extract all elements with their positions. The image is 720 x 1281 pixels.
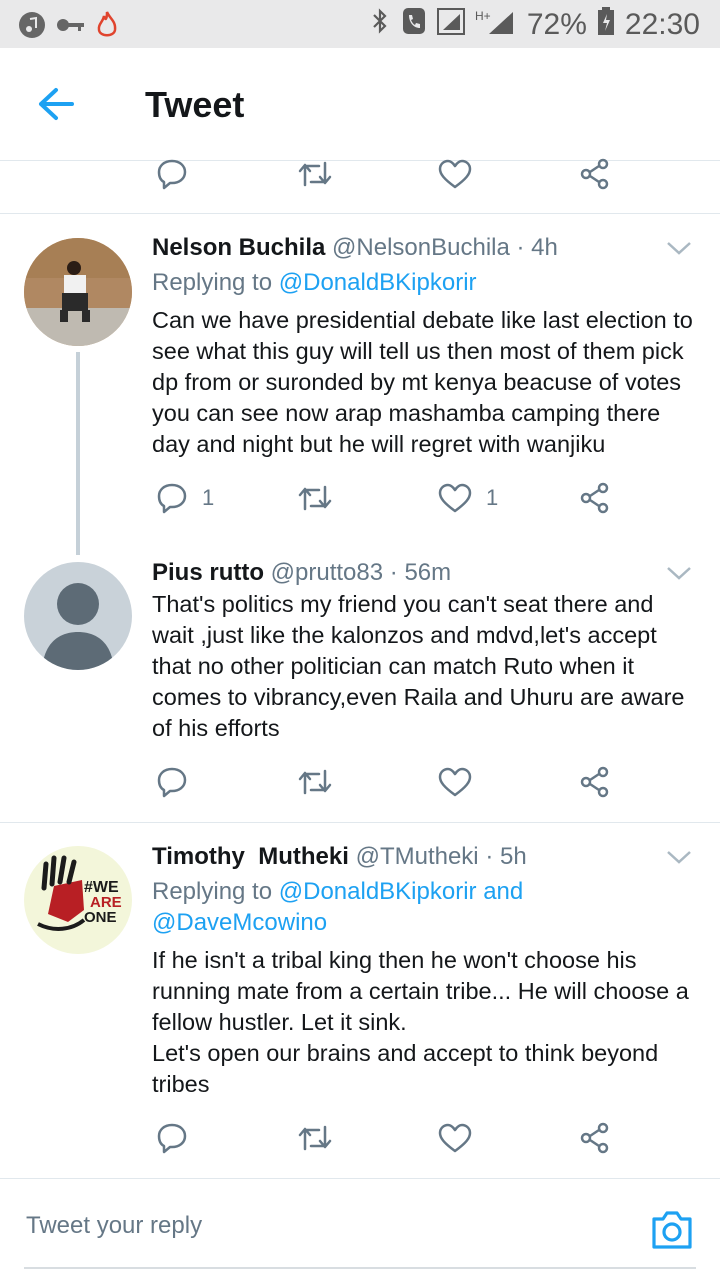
retweet-button[interactable] xyxy=(297,474,333,522)
author-handle[interactable]: @NelsonBuchila xyxy=(332,234,510,261)
reply-input[interactable] xyxy=(24,1211,628,1241)
mobile-data-icon: H+ xyxy=(475,6,517,44)
like-button[interactable]: 1 xyxy=(438,474,498,522)
tweet-text-line-1: If he isn't a tribal king then he won't … xyxy=(152,947,689,1035)
reply-button[interactable] xyxy=(156,758,188,806)
signal-box-icon xyxy=(436,6,465,44)
share-button[interactable] xyxy=(579,758,611,806)
replying-to: Replying to @DonaldBKipkorir xyxy=(152,269,477,296)
reply-button[interactable] xyxy=(156,1114,188,1162)
share-button[interactable] xyxy=(579,150,611,198)
chevron-down-icon[interactable] xyxy=(666,849,692,865)
reply-icon xyxy=(157,1123,187,1154)
svg-text:H+: H+ xyxy=(475,9,491,23)
retweet-icon xyxy=(298,161,332,187)
author-name[interactable]: Nelson Buchila xyxy=(152,234,325,261)
chevron-down-icon[interactable] xyxy=(666,240,692,256)
like-count: 1 xyxy=(486,485,499,510)
retweet-button[interactable] xyxy=(297,1114,333,1162)
heart-icon xyxy=(438,159,472,189)
reply-mention-link[interactable]: @DonaldBKipkorir and xyxy=(279,878,524,905)
reply-mention-link[interactable]: @DonaldBKipkorir xyxy=(279,269,477,296)
like-button[interactable] xyxy=(438,758,472,806)
tweet-actions-previous xyxy=(0,150,720,198)
author-name[interactable]: Timothy Mutheki xyxy=(152,843,349,870)
author-name[interactable]: Pius rutto xyxy=(152,559,264,586)
heart-icon xyxy=(438,483,472,513)
share-button[interactable] xyxy=(579,1114,611,1162)
chevron-down-icon[interactable] xyxy=(666,565,692,581)
reply-icon xyxy=(157,159,187,190)
status-bar: H+ 72% 22:30 xyxy=(0,0,720,48)
reply-button[interactable]: 1 xyxy=(156,474,214,522)
author-handle[interactable]: @prutto83 xyxy=(271,559,383,586)
retweet-button[interactable] xyxy=(297,150,333,198)
music-notification-icon xyxy=(18,11,46,44)
tweet-text: If he isn't a tribal king then he won't … xyxy=(152,945,697,1100)
share-button[interactable] xyxy=(579,474,611,522)
tweet-actions xyxy=(0,1114,720,1162)
replying-to: Replying to @DonaldBKipkorir and @DaveMc… xyxy=(152,878,524,936)
reply-button[interactable] xyxy=(156,150,188,198)
bluetooth-icon xyxy=(369,7,391,43)
tweet-actions: 1 1 xyxy=(0,474,720,522)
tweet-actions xyxy=(0,758,720,806)
battery-icon xyxy=(597,6,615,44)
share-icon xyxy=(580,1122,609,1154)
like-button[interactable] xyxy=(438,150,472,198)
heart-icon xyxy=(438,1123,472,1153)
reply-composer xyxy=(0,1178,720,1281)
camera-icon[interactable] xyxy=(650,1209,694,1251)
reply-icon xyxy=(157,767,187,798)
reply-icon xyxy=(157,483,187,514)
thread-line xyxy=(76,352,80,555)
tweet-time: · 5h xyxy=(485,843,527,870)
battery-percent: 72% xyxy=(526,8,587,41)
divider xyxy=(0,213,720,214)
like-button[interactable] xyxy=(438,1114,472,1162)
flame-notification-icon xyxy=(96,10,118,45)
heart-icon xyxy=(438,767,472,797)
retweet-icon xyxy=(298,485,332,511)
share-icon xyxy=(580,482,609,514)
tweet-text-line-2: Let's open our brains and accept to thin… xyxy=(152,1040,659,1097)
tweet-text: Can we have presidential debate like las… xyxy=(152,307,693,457)
back-arrow-icon[interactable] xyxy=(36,86,76,122)
reply-mention-link-2[interactable]: @DaveMcowino xyxy=(152,909,327,936)
avatar[interactable] xyxy=(24,238,132,346)
avatar-logo-text-3: ONE xyxy=(84,909,117,926)
app-header: Tweet xyxy=(0,48,720,161)
divider xyxy=(0,822,720,823)
tweet-time: · 4h xyxy=(516,234,558,261)
input-underline xyxy=(24,1267,696,1269)
tweet-time: · 56m xyxy=(389,559,452,586)
avatar[interactable]: #WE ARE ONE xyxy=(24,846,132,954)
retweet-icon xyxy=(298,1125,332,1151)
avatar-default[interactable] xyxy=(24,562,132,670)
clock-time: 22:30 xyxy=(624,8,700,41)
reply-count: 1 xyxy=(202,485,215,510)
retweet-button[interactable] xyxy=(297,758,333,806)
key-notification-icon xyxy=(56,15,86,40)
author-handle[interactable]: @TMutheki xyxy=(356,843,479,870)
page-title: Tweet xyxy=(145,84,245,125)
tweet-text: That's politics my friend you can't seat… xyxy=(152,591,685,741)
retweet-icon xyxy=(298,769,332,795)
call-icon xyxy=(401,6,427,44)
share-icon xyxy=(580,766,609,798)
share-icon xyxy=(580,158,609,190)
